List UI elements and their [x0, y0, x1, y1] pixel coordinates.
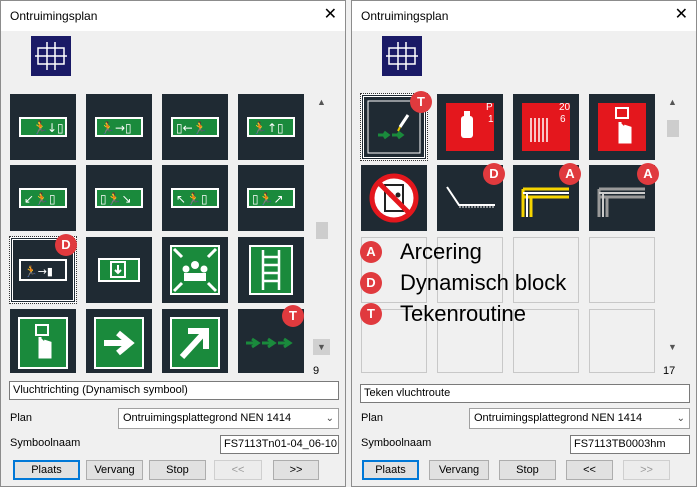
right-hatch-badge-a2: A: [637, 163, 659, 185]
yellow-hatch-icon[interactable]: A: [513, 163, 581, 231]
left-page-count: 9: [313, 365, 320, 377]
left-grid-logo-icon: [31, 36, 71, 76]
empty-slot[interactable]: [589, 237, 655, 303]
right-next-button[interactable]: >>: [623, 460, 670, 480]
right-dialog-title: Ontruimingsplan: [361, 9, 449, 23]
svg-text:▯🏃↘: ▯🏃↘: [100, 192, 132, 206]
right-plan-label: Plan: [361, 412, 384, 424]
right-grid-logo-icon: [382, 36, 422, 76]
right-symbol-field[interactable]: FS7113TB0003hm: [570, 435, 690, 454]
left-replace-button[interactable]: Vervang: [86, 460, 143, 480]
right-dialog: Ontruimingsplan ✕ T P 1 20 6 D A A A Arc…: [351, 0, 697, 487]
grey-hatch-icon[interactable]: A: [589, 163, 659, 231]
assembly-point-icon[interactable]: [162, 237, 228, 303]
left-plan-label: Plan: [10, 412, 33, 424]
left-plan-select[interactable]: Ontruimingsplattegrond NEN 1414 ⌄: [118, 408, 339, 429]
right-plan-select[interactable]: Ontruimingsplattegrond NEN 1414 ⌄: [469, 408, 690, 429]
left-close-icon[interactable]: ✕: [324, 6, 337, 24]
hose-label-b: 1: [488, 114, 494, 125]
chevron-down-icon: ⌄: [325, 413, 334, 424]
scroll-down-icon[interactable]: ▼: [313, 339, 330, 355]
exit-sign-down-right-icon[interactable]: ▯🏃↘: [86, 165, 152, 231]
exit-sign-right-icon[interactable]: 🏃→▯: [86, 94, 152, 160]
legend-badge-d: D: [360, 272, 382, 294]
svg-text:🏃→▮: 🏃→▮: [24, 265, 53, 278]
escape-route-draw-icon[interactable]: T: [238, 305, 304, 373]
svg-text:↙🏃▯: ↙🏃▯: [24, 192, 56, 206]
legend-text-dynamisch-block: Dynamisch block: [400, 270, 567, 295]
right-scrollbar[interactable]: ▲ ▼: [664, 94, 681, 358]
legend-text-arcering: Arcering: [400, 239, 482, 264]
left-description-field: Vluchtrichting (Dynamisch symbool): [9, 381, 339, 400]
exit-sign-up-left-icon[interactable]: ↖🏃▯: [162, 165, 228, 231]
left-plan-value: Ontruimingsplattegrond NEN 1414: [123, 412, 292, 424]
left-dialog: Ontruimingsplan ✕ 🏃 ↓▯ 🏃→▯ ▯←🏃 🏃↑▯ ↙🏃▯ ▯🏃…: [0, 0, 346, 487]
right-page-count: 17: [663, 365, 676, 377]
scroll-up-icon[interactable]: ▲: [313, 94, 330, 110]
right-scroll-thumb[interactable]: [667, 120, 679, 137]
left-dialog-title: Ontruimingsplan: [10, 9, 98, 23]
hose-label-a: P: [486, 102, 493, 113]
chevron-down-icon: ⌄: [676, 413, 685, 424]
arrow-right-icon[interactable]: [86, 309, 152, 373]
right-hatch-badge-a1: A: [559, 163, 581, 185]
right-draw-routine-badge: T: [410, 91, 432, 113]
left-scrollbar[interactable]: ▲ ▼: [313, 94, 330, 358]
hatched-wall-icon[interactable]: D: [437, 163, 505, 231]
exit-sign-down-left-icon[interactable]: ↙🏃▯: [10, 165, 76, 231]
svg-text:▯🏃↗: ▯🏃↗: [252, 192, 284, 206]
right-stop-button[interactable]: Stop: [499, 460, 556, 480]
svg-text:↓▯: ↓▯: [47, 121, 64, 135]
draw-escape-route-icon[interactable]: T: [360, 91, 432, 161]
exit-sign-up-icon[interactable]: 🏃↑▯: [238, 94, 304, 160]
svg-text:↖🏃▯: ↖🏃▯: [176, 192, 208, 206]
left-place-button[interactable]: Plaats: [13, 460, 80, 480]
right-replace-button[interactable]: Vervang: [429, 460, 489, 480]
no-elevator-icon[interactable]: [361, 165, 427, 231]
right-titlebar: Ontruimingsplan ✕: [352, 1, 696, 31]
left-stop-button[interactable]: Stop: [149, 460, 206, 480]
exit-sign-up-right-icon[interactable]: ▯🏃↗: [238, 165, 304, 231]
right-symbol-label: Symboolnaam: [361, 437, 432, 449]
right-close-icon[interactable]: ✕: [675, 6, 688, 24]
exit-sign-left-icon[interactable]: ▯←🏃: [162, 94, 228, 160]
left-scroll-thumb[interactable]: [316, 222, 328, 239]
exit-door-down-icon[interactable]: [86, 237, 152, 303]
scroll-down-icon[interactable]: ▼: [664, 339, 681, 355]
right-description-field: Teken vluchtroute: [360, 384, 690, 403]
exit-sign-down-icon[interactable]: 🏃 ↓▯: [10, 94, 76, 160]
fire-hose-icon[interactable]: P 1: [437, 94, 503, 160]
scroll-up-icon[interactable]: ▲: [664, 94, 681, 110]
left-symbol-field[interactable]: FS7113Tn01-04_06-10: [220, 435, 339, 454]
alarm-button-icon[interactable]: [10, 309, 76, 373]
legend-badge-a: A: [360, 241, 382, 263]
escape-direction-dynamic-icon[interactable]: 🏃→▮ D: [9, 234, 77, 304]
right-prev-button[interactable]: <<: [566, 460, 613, 480]
left-prev-button[interactable]: <<: [214, 460, 262, 480]
fire-hose-reel-icon[interactable]: 20 6: [513, 94, 579, 160]
right-plan-value: Ontruimingsplattegrond NEN 1414: [474, 412, 643, 424]
svg-text:🏃: 🏃: [32, 120, 48, 136]
left-titlebar: Ontruimingsplan ✕: [1, 1, 345, 31]
dynamic-block-badge: D: [55, 234, 77, 256]
svg-text:▯←🏃: ▯←🏃: [176, 121, 208, 135]
reel-label-b: 6: [560, 114, 566, 125]
arrow-up-right-icon[interactable]: [162, 309, 228, 373]
svg-text:🏃↑▯: 🏃↑▯: [252, 121, 284, 135]
draw-routine-badge: T: [282, 305, 304, 327]
legend-badge-t: T: [360, 303, 382, 325]
fire-alarm-button-icon[interactable]: [589, 94, 655, 160]
empty-slot[interactable]: [589, 309, 655, 373]
left-symbol-label: Symboolnaam: [10, 437, 81, 449]
reel-label-a: 20: [559, 102, 571, 113]
right-dynamic-block-badge: D: [483, 163, 505, 185]
legend-text-tekenroutine: Tekenroutine: [400, 301, 526, 326]
ladder-icon[interactable]: [238, 237, 304, 303]
right-place-button[interactable]: Plaats: [362, 460, 419, 480]
svg-text:🏃→▯: 🏃→▯: [100, 121, 132, 135]
left-next-button[interactable]: >>: [273, 460, 319, 480]
